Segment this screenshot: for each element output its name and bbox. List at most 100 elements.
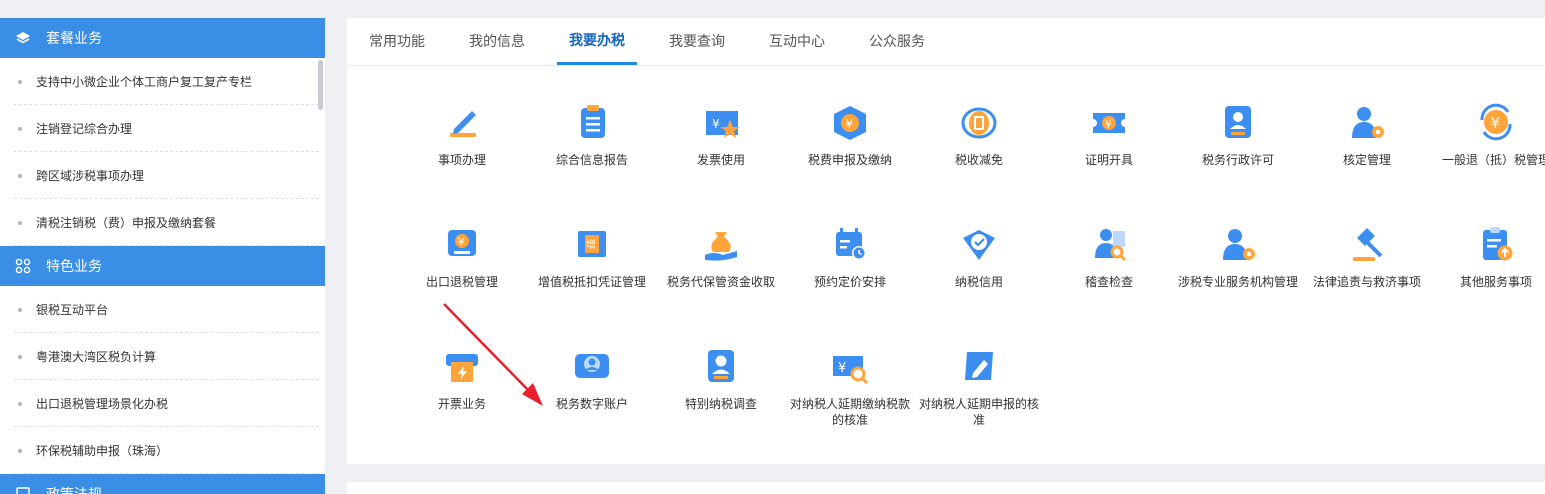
layers-icon bbox=[14, 29, 32, 47]
service-tile[interactable]: 核定管理 bbox=[1302, 102, 1432, 168]
service-tile-label: 发票使用 bbox=[696, 153, 745, 167]
service-tile-label: 对纳税人延期缴纳税款的核准 bbox=[789, 397, 910, 427]
service-tile[interactable]: 纳税信用 bbox=[914, 224, 1044, 290]
service-tile-label: 涉税专业服务机构管理 bbox=[1177, 275, 1298, 289]
pencil-card-icon bbox=[965, 352, 993, 380]
book-icon bbox=[14, 485, 32, 494]
sidebar-item[interactable]: 清税注销税（费）申报及缴纳套餐 bbox=[0, 199, 325, 246]
ticket-search-icon: ¥ bbox=[833, 356, 869, 385]
tab-tax-handling[interactable]: 我要办税 bbox=[557, 17, 637, 65]
export-box-icon: ¥ bbox=[448, 230, 476, 256]
service-tile-label: 税费申报及缴纳 bbox=[807, 153, 892, 167]
section-header-featured[interactable]: 特色业务 bbox=[0, 246, 325, 286]
tab-common[interactable]: 常用功能 bbox=[357, 17, 437, 65]
svg-text:¥: ¥ bbox=[1105, 118, 1112, 131]
service-tile-label: 核定管理 bbox=[1342, 153, 1391, 167]
section-header-policy[interactable]: 政策法规 bbox=[0, 474, 325, 494]
svg-text:¥: ¥ bbox=[846, 117, 854, 131]
person-card-icon bbox=[708, 350, 734, 382]
service-tile[interactable]: 开票业务 bbox=[397, 346, 527, 412]
service-tile-label: 证明开具 bbox=[1084, 153, 1133, 167]
main-panel: 常用功能 我的信息 我要办税 我要查询 互动中心 公众服务 事项办理 综合信息报告… bbox=[347, 18, 1545, 464]
bullet-icon bbox=[18, 354, 22, 359]
service-tile-label: 事项办理 bbox=[437, 153, 486, 167]
bullet-icon bbox=[18, 448, 22, 453]
service-tile[interactable]: 预约定价安排 bbox=[785, 224, 915, 290]
service-tile[interactable]: 税务行政许可 bbox=[1173, 102, 1303, 168]
sidebar-item[interactable]: 环保税辅助申报（珠海） bbox=[0, 427, 325, 474]
service-tile-label: 特别纳税调查 bbox=[684, 397, 757, 411]
gavel-icon bbox=[1353, 228, 1383, 261]
service-tile[interactable]: 法律追责与救济事项 bbox=[1302, 224, 1432, 290]
service-tile[interactable]: ¥ 税费申报及缴纳 bbox=[785, 102, 915, 168]
bullet-icon bbox=[18, 220, 22, 225]
section-title: 套餐业务 bbox=[46, 31, 102, 47]
grid-icon bbox=[14, 257, 32, 275]
service-tile-label: 对纳税人延期申报的核准 bbox=[918, 397, 1039, 427]
bullet-icon bbox=[18, 307, 22, 312]
sidebar-item-label: 出口退税管理场景化办税 bbox=[36, 397, 169, 411]
sidebar-item[interactable]: 跨区域涉税事项办理 bbox=[0, 152, 325, 199]
ticket-icon: ¥ bbox=[1093, 113, 1125, 133]
sidebar-item[interactable]: 注销登记综合办理 bbox=[0, 105, 325, 152]
svg-text:¥: ¥ bbox=[458, 236, 465, 249]
service-tile[interactable]: 税务数字账户 bbox=[527, 346, 657, 412]
svg-text:增: 增 bbox=[586, 238, 596, 251]
sidebar: 套餐业务 支持中小微企业个体工商户复工复产专栏 注销登记综合办理 跨区域涉税事项… bbox=[0, 18, 325, 494]
service-tile[interactable]: 涉税专业服务机构管理 bbox=[1173, 224, 1303, 290]
service-tile-label: 综合信息报告 bbox=[555, 153, 628, 167]
service-tile[interactable]: 稽查检查 bbox=[1044, 224, 1174, 290]
license-person-icon bbox=[1225, 106, 1251, 138]
service-tile[interactable]: 税务代保管资金收取 bbox=[656, 224, 786, 290]
service-tile[interactable]: ¥ 出口退税管理 bbox=[397, 224, 527, 290]
tab-bar: 常用功能 我的信息 我要办税 我要查询 互动中心 公众服务 bbox=[347, 18, 1545, 66]
sidebar-item-label: 支持中小微企业个体工商户复工复产专栏 bbox=[36, 75, 253, 89]
sidebar-item-label: 银税互动平台 bbox=[36, 303, 109, 317]
service-tile[interactable]: 特别纳税调查 bbox=[656, 346, 786, 412]
sidebar-item-label: 环保税辅助申报（珠海） bbox=[36, 444, 169, 458]
sidebar-item[interactable]: 支持中小微企业个体工商户复工复产专栏 bbox=[0, 58, 325, 105]
service-tile[interactable]: ¥ 一般退（抵）税管理 bbox=[1431, 102, 1545, 168]
service-tile[interactable]: ¥ 对纳税人延期缴纳税款的核准 bbox=[785, 346, 915, 428]
sidebar-item[interactable]: 出口退税管理场景化办税 bbox=[0, 380, 325, 427]
svg-text:¥: ¥ bbox=[712, 117, 720, 131]
invoice-star-icon: ¥ bbox=[706, 111, 740, 138]
svg-text:¥: ¥ bbox=[1491, 114, 1501, 132]
tab-interaction[interactable]: 互动中心 bbox=[757, 17, 837, 65]
service-tile[interactable]: 事项办理 bbox=[397, 102, 527, 168]
bullet-icon bbox=[18, 79, 22, 84]
tab-my-info[interactable]: 我的信息 bbox=[457, 17, 537, 65]
document-list-icon bbox=[581, 105, 605, 138]
scrollbar-thumb[interactable] bbox=[318, 60, 323, 110]
person-gear-icon bbox=[1223, 229, 1255, 260]
service-tile-label: 税务代保管资金收取 bbox=[666, 275, 775, 289]
service-tile-label: 出口退税管理 bbox=[425, 275, 498, 289]
service-tile[interactable]: 其他服务事项 bbox=[1431, 224, 1545, 290]
sidebar-item-label: 跨区域涉税事项办理 bbox=[36, 169, 145, 183]
sidebar-item-label: 清税注销税（费）申报及缴纳套餐 bbox=[36, 216, 217, 230]
service-tile[interactable]: 综合信息报告 bbox=[527, 102, 657, 168]
service-tile[interactable]: 税收减免 bbox=[914, 102, 1044, 168]
service-tile[interactable]: 对纳税人延期申报的核准 bbox=[914, 346, 1044, 428]
service-tile[interactable]: ¥ 发票使用 bbox=[656, 102, 786, 168]
tab-query[interactable]: 我要查询 bbox=[657, 17, 737, 65]
bullet-icon bbox=[18, 401, 22, 406]
person-gear-icon bbox=[1352, 107, 1384, 138]
service-tile[interactable]: ¥ 证明开具 bbox=[1044, 102, 1174, 168]
vat-voucher-icon: 增 bbox=[578, 231, 606, 257]
digital-account-icon bbox=[575, 354, 609, 378]
sidebar-item[interactable]: 粤港澳大湾区税负计算 bbox=[0, 333, 325, 380]
service-tile-label: 税务数字账户 bbox=[555, 397, 628, 411]
service-tile-label: 其他服务事项 bbox=[1459, 275, 1532, 289]
refund-cycle-icon: ¥ bbox=[1480, 103, 1512, 141]
section-header-package[interactable]: 套餐业务 bbox=[0, 18, 325, 58]
service-tile-label: 法律追责与救济事项 bbox=[1312, 275, 1421, 289]
shield-check-icon bbox=[963, 230, 995, 260]
section-title: 特色业务 bbox=[46, 259, 102, 275]
tab-public-service[interactable]: 公众服务 bbox=[857, 17, 937, 65]
service-tile-label: 开票业务 bbox=[437, 397, 486, 411]
sidebar-item[interactable]: 银税互动平台 bbox=[0, 286, 325, 333]
calendar-clock-icon bbox=[836, 228, 866, 260]
service-tile[interactable]: 增增值税抵扣凭证管理 bbox=[527, 224, 657, 290]
bullet-icon bbox=[18, 173, 22, 178]
